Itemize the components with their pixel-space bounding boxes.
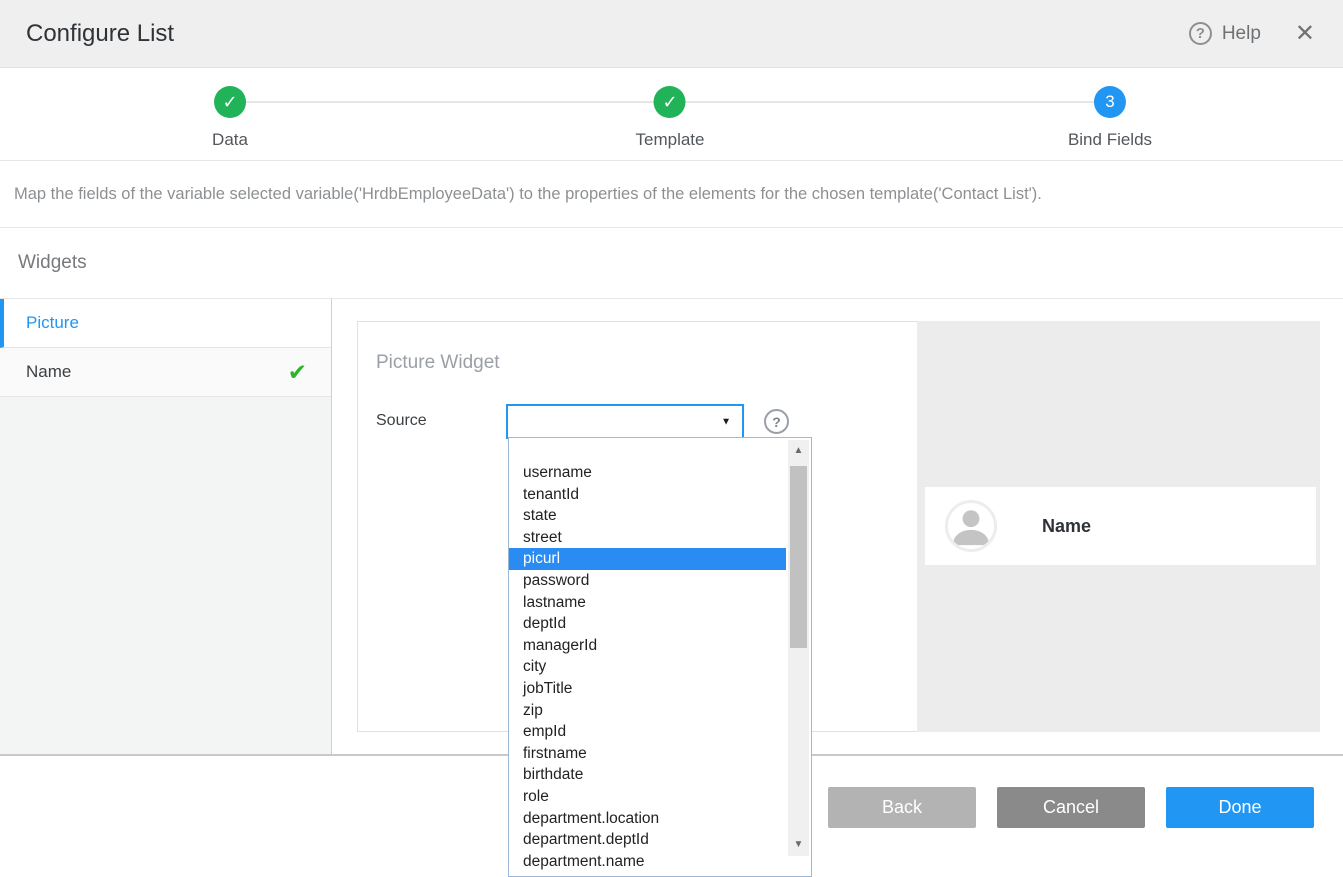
mapped-check-icon: ✔: [288, 359, 307, 386]
dropdown-option[interactable]: tenantId: [509, 484, 786, 506]
step-number-badge: 3: [1094, 86, 1126, 118]
dropdown-option[interactable]: department.location: [509, 808, 786, 830]
dropdown-option[interactable]: jobTitle: [509, 678, 786, 700]
dropdown-option[interactable]: department.name: [509, 851, 786, 873]
scroll-down-icon[interactable]: ▼: [788, 838, 809, 852]
sidebar-item-label: Picture: [26, 313, 79, 333]
source-field-label: Source: [376, 404, 506, 430]
help-icon[interactable]: ?: [1189, 22, 1212, 45]
dropdown-option[interactable]: username: [509, 462, 786, 484]
back-button[interactable]: Back: [828, 787, 976, 828]
step-complete-icon: ✓: [214, 86, 246, 118]
wizard-steps: ✓ Data ✓ Template 3 Bind Fields: [0, 68, 1343, 161]
dropdown-option[interactable]: zip: [509, 700, 786, 722]
help-link[interactable]: Help: [1222, 23, 1261, 45]
step-label: Data: [212, 130, 248, 150]
dropdown-option[interactable]: state: [509, 505, 786, 527]
source-dropdown-list: username tenantId state street picurl pa…: [508, 437, 812, 877]
dropdown-option-selected[interactable]: picurl: [509, 548, 786, 570]
dialog-header: Configure List ? Help ✕: [0, 0, 1343, 68]
step-data[interactable]: ✓ Data: [212, 86, 248, 150]
dropdown-option[interactable]: role: [509, 786, 786, 808]
mapping-description: Map the fields of the variable selected …: [0, 161, 1343, 228]
widget-form-title: Picture Widget: [376, 352, 899, 374]
scroll-up-icon[interactable]: ▲: [788, 444, 809, 458]
dropdown-option[interactable]: empId: [509, 721, 786, 743]
sidebar-item-label: Name: [26, 362, 71, 382]
dropdown-option[interactable]: city: [509, 656, 786, 678]
step-label: Template: [636, 130, 705, 150]
avatar-placeholder-icon: [945, 500, 997, 552]
contact-list-preview-card: Name: [925, 487, 1316, 565]
scrollbar-thumb[interactable]: [790, 466, 807, 648]
cancel-button[interactable]: Cancel: [997, 787, 1145, 828]
dropdown-option[interactable]: street: [509, 527, 786, 549]
dropdown-option[interactable]: deptId: [509, 613, 786, 635]
widget-config-panel: Picture Widget Source ▼ ?: [332, 299, 1343, 754]
dropdown-option[interactable]: birthdate: [509, 764, 786, 786]
dropdown-option[interactable]: password: [509, 570, 786, 592]
template-preview-panel: Name: [917, 321, 1320, 732]
sidebar-item-picture[interactable]: Picture: [0, 299, 331, 348]
widgets-sidebar: Picture Name ✔: [0, 299, 332, 754]
preview-name-label: Name: [1042, 516, 1091, 537]
step-bind-fields[interactable]: 3 Bind Fields: [1068, 86, 1152, 150]
step-complete-icon: ✓: [654, 86, 686, 118]
step-label: Bind Fields: [1068, 130, 1152, 150]
done-button[interactable]: Done: [1166, 787, 1314, 828]
dropdown-option[interactable]: department.deptId: [509, 829, 786, 851]
dropdown-option[interactable]: lastname: [509, 592, 786, 614]
source-select[interactable]: ▼: [506, 404, 744, 439]
dropdown-option[interactable]: firstname: [509, 743, 786, 765]
sidebar-item-name[interactable]: Name ✔: [0, 348, 331, 397]
source-help-icon[interactable]: ?: [764, 409, 789, 434]
dialog-title: Configure List: [26, 20, 174, 48]
dropdown-scrollbar[interactable]: ▲ ▼: [788, 440, 809, 856]
close-icon[interactable]: ✕: [1295, 22, 1315, 46]
chevron-down-icon: ▼: [721, 416, 731, 427]
step-template[interactable]: ✓ Template: [636, 86, 705, 150]
dropdown-option[interactable]: managerId: [509, 635, 786, 657]
widgets-section-title: Widgets: [0, 228, 1343, 299]
